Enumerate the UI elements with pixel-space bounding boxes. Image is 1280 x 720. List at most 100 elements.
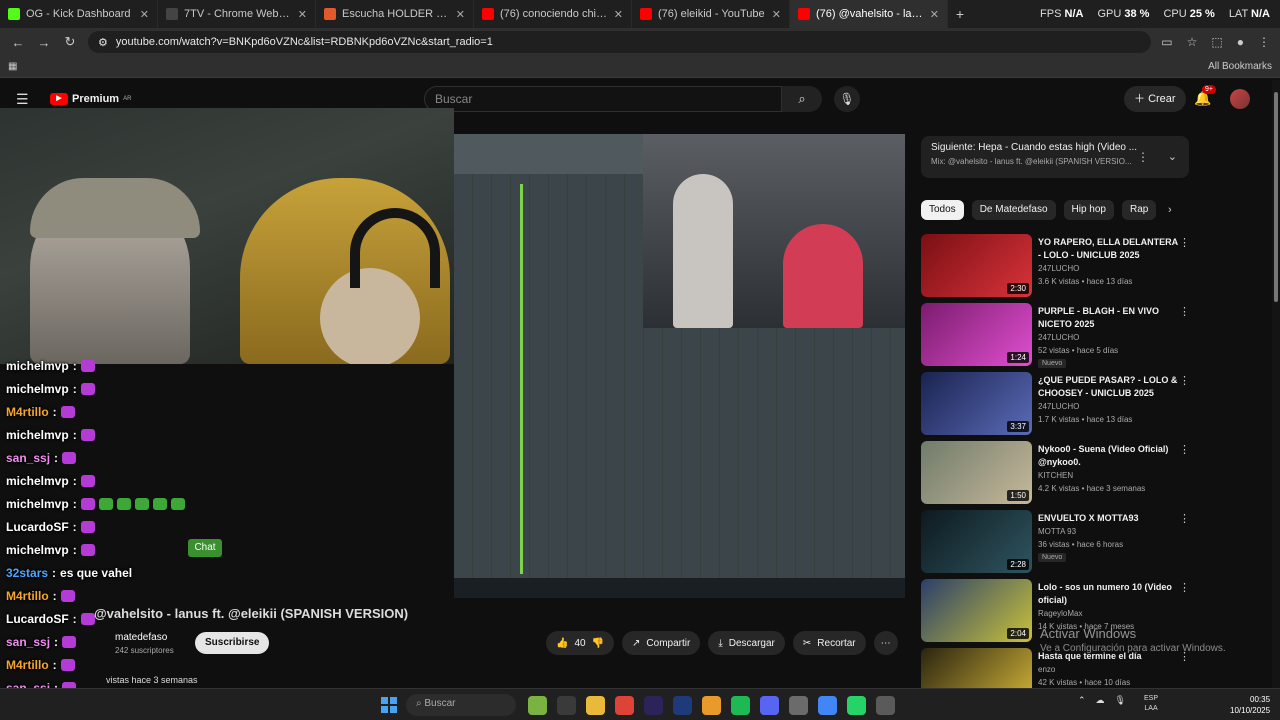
search-icon[interactable]: ⌕ <box>782 86 822 112</box>
back-icon[interactable]: ← <box>10 35 26 50</box>
up-next-more-icon[interactable]: ⋮ <box>1137 150 1149 164</box>
more-icon[interactable]: ⋮ <box>1258 35 1270 49</box>
recommendation-title[interactable]: PURPLE - BLAGH - EN VIVO NICETO 2025 <box>1038 305 1178 331</box>
chat-username[interactable]: michelmvp <box>6 428 69 442</box>
channel-name[interactable]: matedefaso <box>115 632 167 643</box>
taskbar-app-icon[interactable] <box>557 696 576 715</box>
recommendation-channel[interactable]: 247LUCHO <box>1038 264 1079 273</box>
chat-username[interactable]: michelmvp <box>6 359 69 373</box>
recommendation-item[interactable]: 1:24 PURPLE - BLAGH - EN VIVO NICETO 2025… <box>921 303 1201 372</box>
new-tab-icon[interactable]: + <box>948 6 972 22</box>
cloud-icon[interactable]: ☁ <box>1096 695 1105 706</box>
recommendation-more-icon[interactable]: ⋮ <box>1179 512 1190 525</box>
recommendation-title[interactable]: YO RAPERO, ELLA DELANTERA - LOLO - UNICL… <box>1038 236 1178 262</box>
browser-tab[interactable]: Escucha HOLDER de Luquillo ✕ <box>316 0 474 28</box>
taskbar-search[interactable]: ⌕ Buscar <box>406 694 516 716</box>
chevron-down-icon[interactable]: ⌄ <box>1168 150 1177 163</box>
more-actions-icon[interactable]: ⋯ <box>873 631 898 655</box>
reload-icon[interactable]: ↻ <box>62 34 78 50</box>
profile-icon[interactable]: ● <box>1237 35 1244 49</box>
taskbar-app-icon[interactable] <box>528 696 547 715</box>
language-indicator[interactable]: ESP LAA <box>1144 694 1158 714</box>
cast-icon[interactable]: ▭ <box>1161 35 1172 49</box>
chevron-right-icon[interactable]: › <box>1168 204 1172 216</box>
all-bookmarks[interactable]: All Bookmarks <box>1208 61 1272 72</box>
recommendation-channel[interactable]: KITCHEN <box>1038 471 1073 480</box>
video-thumbnail[interactable]: 2:30 <box>921 234 1032 297</box>
search-input[interactable]: Buscar <box>424 86 782 112</box>
up-next-panel[interactable]: Siguiente: Hepa - Cuando estas high (Vid… <box>921 136 1189 178</box>
video-thumbnail[interactable]: 1:24 <box>921 303 1032 366</box>
chat-username[interactable]: 32stars <box>6 566 48 580</box>
browser-tab[interactable]: 7TV - Chrome Web Store ✕ <box>158 0 316 28</box>
chat-username[interactable]: michelmvp <box>6 474 69 488</box>
taskbar-app-icon[interactable] <box>586 696 605 715</box>
video-thumbnail[interactable]: 3:37 <box>921 372 1032 435</box>
close-tab-icon[interactable]: ✕ <box>930 8 939 21</box>
extensions-icon[interactable]: ⬚ <box>1211 35 1222 49</box>
avatar[interactable] <box>1230 89 1250 109</box>
chat-username[interactable]: M4rtillo <box>6 658 49 672</box>
chat-username[interactable]: michelmvp <box>6 382 69 396</box>
close-tab-icon[interactable]: ✕ <box>140 8 149 21</box>
recommendation-item[interactable]: 2:30 YO RAPERO, ELLA DELANTERA - LOLO - U… <box>921 234 1201 303</box>
download-button[interactable]: ⤓ Descargar <box>708 631 785 655</box>
clip-button[interactable]: ✂ Recortar <box>792 631 866 655</box>
chevron-up-icon[interactable]: ⌃ <box>1078 695 1086 706</box>
url-field[interactable]: ⚙ youtube.com/watch?v=BNKpd6oVZNc&list=R… <box>88 31 1152 53</box>
recommendation-more-icon[interactable]: ⋮ <box>1179 236 1190 249</box>
taskbar-app-icon[interactable] <box>847 696 866 715</box>
taskbar-app-icon[interactable] <box>760 696 779 715</box>
like-button[interactable]: 👍 40 👎 <box>546 631 615 655</box>
clock[interactable]: 00:35 10/10/2025 <box>1230 694 1270 716</box>
filter-chip[interactable]: Todos <box>921 200 964 220</box>
taskbar-app-icon[interactable] <box>644 696 663 715</box>
recommendation-item[interactable]: 2:28 ENVUELTO X MOTTA93 MOTTA 93 36 vistas … <box>921 510 1201 579</box>
chat-username[interactable]: M4rtillo <box>6 589 49 603</box>
filter-chip[interactable]: De Matedefaso <box>971 200 1056 220</box>
subscribe-button[interactable]: Suscribirse <box>195 632 270 654</box>
windows-start-icon[interactable] <box>381 697 397 713</box>
scrollbar-thumb[interactable] <box>1274 92 1278 302</box>
close-tab-icon[interactable]: ✕ <box>298 8 307 21</box>
microphone-icon[interactable]: 🎙 <box>834 86 860 112</box>
close-tab-icon[interactable]: ✕ <box>614 8 623 21</box>
browser-tab[interactable]: OG - Kick Dashboard ✕ <box>0 0 158 28</box>
recommendation-channel[interactable]: 247LUCHO <box>1038 402 1079 411</box>
notifications-icon[interactable]: 🔔 9+ <box>1194 85 1216 107</box>
close-tab-icon[interactable]: ✕ <box>772 8 781 21</box>
scrollbar[interactable] <box>1272 80 1280 688</box>
video-player[interactable] <box>454 134 905 598</box>
forward-icon[interactable]: → <box>36 35 52 50</box>
youtube-logo[interactable]: ▶ Premium AR <box>50 93 131 105</box>
recommendation-channel[interactable]: 247LUCHO <box>1038 333 1079 342</box>
chat-username[interactable]: michelmvp <box>6 543 69 557</box>
recommendation-channel[interactable]: MOTTA 93 <box>1038 527 1076 536</box>
filter-chip[interactable]: Hip hop <box>1063 200 1114 220</box>
site-info-icon[interactable]: ⚙ <box>98 36 108 49</box>
recommendation-channel[interactable]: RageyloMax <box>1038 609 1082 618</box>
chat-username[interactable]: san_ssj <box>6 635 50 649</box>
video-thumbnail[interactable]: 2:28 <box>921 510 1032 573</box>
recommendation-title[interactable]: ¿QUE PUEDE PASAR? - LOLO & CHOOSEY - UNI… <box>1038 374 1178 400</box>
recommendation-item[interactable]: 1:50 Nykoo0 - Suena (Video Oficial) @nyko… <box>921 441 1201 510</box>
browser-tab[interactable]: (76) eleikid - YouTube ✕ <box>632 0 790 28</box>
recommendation-more-icon[interactable]: ⋮ <box>1179 443 1190 456</box>
chat-username[interactable]: san_ssj <box>6 451 50 465</box>
create-button[interactable]: ＋ Crear <box>1124 86 1186 112</box>
mic-tray-icon[interactable]: 🎙 <box>1115 695 1126 706</box>
video-thumbnail[interactable]: 1:50 <box>921 441 1032 504</box>
chat-username[interactable]: michelmvp <box>6 497 69 511</box>
recommendation-title[interactable]: Nykoo0 - Suena (Video Oficial) @nykoo0. <box>1038 443 1178 469</box>
apps-grid-icon[interactable]: ▦ <box>8 61 17 72</box>
browser-tab[interactable]: (76) conociendo chile por prim ✕ <box>474 0 632 28</box>
recommendation-more-icon[interactable]: ⋮ <box>1179 305 1190 318</box>
recommendation-title[interactable]: ENVUELTO X MOTTA93 <box>1038 512 1178 525</box>
taskbar-app-icon[interactable] <box>615 696 634 715</box>
taskbar-app-icon[interactable] <box>789 696 808 715</box>
video-thumbnail[interactable]: 2:04 <box>921 579 1032 642</box>
browser-tab[interactable]: (76) @vahelsito - lanus ft. @ ✕ <box>790 0 948 28</box>
bookmark-star-icon[interactable]: ☆ <box>1187 35 1198 49</box>
chat-username[interactable]: LucardoSF <box>6 520 69 534</box>
menu-icon[interactable]: ☰ <box>16 91 29 108</box>
